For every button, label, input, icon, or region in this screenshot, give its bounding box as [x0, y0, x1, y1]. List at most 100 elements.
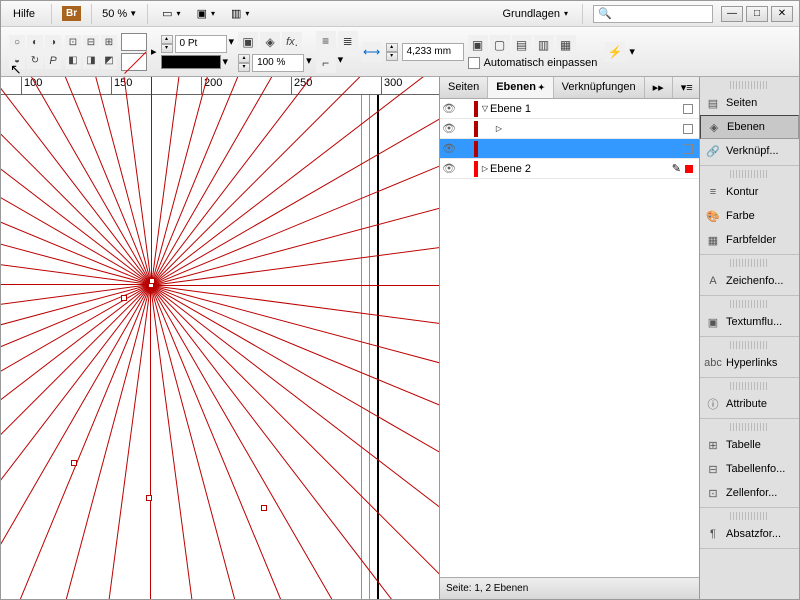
help-menu[interactable]: Hilfe	[7, 6, 41, 22]
sidebar-item[interactable]: ▤Seiten	[700, 91, 799, 115]
view-options-3[interactable]: ▥▾	[227, 5, 253, 22]
stroke-weight[interactable]: 0 Pt	[175, 35, 227, 53]
sidebar-item[interactable]: abcHyperlinks	[700, 351, 799, 375]
layer-row[interactable]: 👁▽Ebene 1	[440, 99, 699, 119]
autofit-checkbox[interactable]	[468, 57, 480, 69]
view-options-2[interactable]: ▣▾	[193, 5, 219, 22]
panel-label: Absatzfor...	[726, 528, 781, 540]
artwork-ray	[151, 285, 440, 599]
tool-icon[interactable]: ◐	[27, 35, 43, 51]
fx-icon[interactable]: ◈	[260, 32, 280, 52]
disclosure-icon[interactable]: ▽	[480, 104, 490, 113]
tool-icon[interactable]: P	[45, 53, 61, 69]
tool-icon[interactable]: ◒	[9, 53, 25, 69]
tool-icon[interactable]: ○	[9, 35, 25, 51]
tool-icon[interactable]: ◧	[65, 53, 81, 69]
wrap-icon[interactable]: ⌐	[316, 53, 336, 73]
fx-icon[interactable]: ▣	[238, 32, 258, 52]
panel-label: Farbfelder	[726, 234, 776, 246]
layer-row[interactable]: 👁▷	[440, 119, 699, 139]
fit-icon[interactable]: ▦	[556, 35, 576, 55]
layer-row[interactable]: 👁▷Ebene 2✎	[440, 159, 699, 179]
pen-icon: ✎	[672, 162, 681, 175]
selection-handle[interactable]	[149, 278, 155, 284]
tool-icon[interactable]: ↻	[27, 53, 43, 69]
search-input[interactable]: 🔍	[593, 5, 713, 23]
sidebar-item[interactable]: ≡Kontur	[700, 180, 799, 204]
sidebar-item[interactable]: ▣Textumflu...	[700, 310, 799, 334]
sidebar-item[interactable]: ⊡Zellenfor...	[700, 481, 799, 505]
visibility-icon[interactable]: 👁	[440, 122, 458, 135]
panel-handle[interactable]	[730, 341, 769, 349]
minimize-button[interactable]: —	[721, 6, 743, 22]
artwork-ray	[151, 77, 152, 285]
target-icon[interactable]	[683, 124, 693, 134]
tab-layers[interactable]: Ebenen✦	[488, 77, 553, 98]
align-icon[interactable]: ≣	[338, 31, 358, 51]
bridge-button[interactable]: Br	[62, 6, 81, 21]
align-icon[interactable]: ≡	[316, 31, 336, 51]
sidebar-item[interactable]: ⓘAttribute	[700, 392, 799, 416]
sidebar-item[interactable]: ▦Farbfelder	[700, 228, 799, 252]
layer-row[interactable]: 👁	[440, 139, 699, 159]
canvas-area[interactable]: 100150200250300	[1, 77, 439, 599]
tool-icon[interactable]: ◨	[83, 53, 99, 69]
artwork-ray	[150, 285, 439, 599]
visibility-icon[interactable]: 👁	[440, 142, 458, 155]
fit-icon[interactable]: ▤	[512, 35, 532, 55]
color-swatch[interactable]	[161, 55, 221, 69]
panel-handle[interactable]	[730, 259, 769, 267]
fx-button[interactable]: fx.	[282, 32, 302, 52]
tool-icon[interactable]: ⊡	[65, 35, 81, 51]
selection-handle[interactable]	[121, 295, 127, 301]
artwork-ray	[151, 285, 439, 390]
sidebar-item[interactable]: ⊞Tabelle	[700, 433, 799, 457]
opacity-input[interactable]: 100 %	[252, 54, 304, 72]
tool-icon[interactable]: ⊞	[101, 35, 117, 51]
close-button[interactable]: ✕	[771, 6, 793, 22]
tool-icon[interactable]: ◩	[101, 53, 117, 69]
panel-handle[interactable]	[730, 81, 769, 89]
disclosure-icon[interactable]: ▷	[494, 124, 504, 133]
sidebar-item[interactable]: AZeichenfo...	[700, 269, 799, 293]
panel-collapse[interactable]: ▸▸	[645, 77, 673, 98]
target-icon[interactable]	[685, 165, 693, 173]
target-icon[interactable]	[683, 144, 693, 154]
sidebar-item[interactable]: ◈Ebenen	[700, 115, 799, 139]
zoom-dropdown[interactable]: 50 %▼	[102, 8, 137, 20]
measure-input[interactable]: 4,233 mm	[402, 43, 464, 61]
fit-icon[interactable]: ▥	[534, 35, 554, 55]
selection-handle[interactable]	[146, 495, 152, 501]
selection-handle[interactable]	[261, 505, 267, 511]
panel-handle[interactable]	[730, 382, 769, 390]
selection-handle[interactable]	[71, 460, 77, 466]
panel-handle[interactable]	[730, 423, 769, 431]
sidebar-item[interactable]: 🎨Farbe	[700, 204, 799, 228]
document-canvas[interactable]	[1, 95, 439, 599]
flash-icon[interactable]: ⚡	[605, 42, 625, 62]
visibility-icon[interactable]: 👁	[440, 102, 458, 115]
maximize-button[interactable]: □	[746, 6, 768, 22]
panel-label: Hyperlinks	[726, 357, 777, 369]
stroke-swatch[interactable]	[121, 53, 147, 71]
panel-handle[interactable]	[730, 512, 769, 520]
visibility-icon[interactable]: 👁	[440, 162, 458, 175]
fit-icon[interactable]: ▢	[490, 35, 510, 55]
panel-menu[interactable]: ▾≡	[673, 77, 702, 98]
view-options-1[interactable]: ▭▾	[158, 5, 184, 22]
sidebar-item[interactable]: 🔗Verknüpf...	[700, 139, 799, 163]
panel-handle[interactable]	[730, 170, 769, 178]
panel-handle[interactable]	[730, 300, 769, 308]
target-icon[interactable]	[683, 104, 693, 114]
tool-icon[interactable]: ◑	[45, 35, 61, 51]
tool-icon[interactable]: ⊟	[83, 35, 99, 51]
fill-swatch[interactable]	[121, 33, 147, 51]
tab-pages[interactable]: Seiten	[440, 77, 488, 98]
disclosure-icon[interactable]: ▷	[480, 164, 490, 173]
sidebar-item[interactable]: ¶Absatzfor...	[700, 522, 799, 546]
workspace-dropdown[interactable]: Grundlagen▾	[498, 6, 572, 22]
fit-icon[interactable]: ▣	[468, 35, 488, 55]
tab-links[interactable]: Verknüpfungen	[554, 77, 645, 98]
measure-icon[interactable]: ⟷	[362, 42, 382, 62]
sidebar-item[interactable]: ⊟Tabellenfo...	[700, 457, 799, 481]
